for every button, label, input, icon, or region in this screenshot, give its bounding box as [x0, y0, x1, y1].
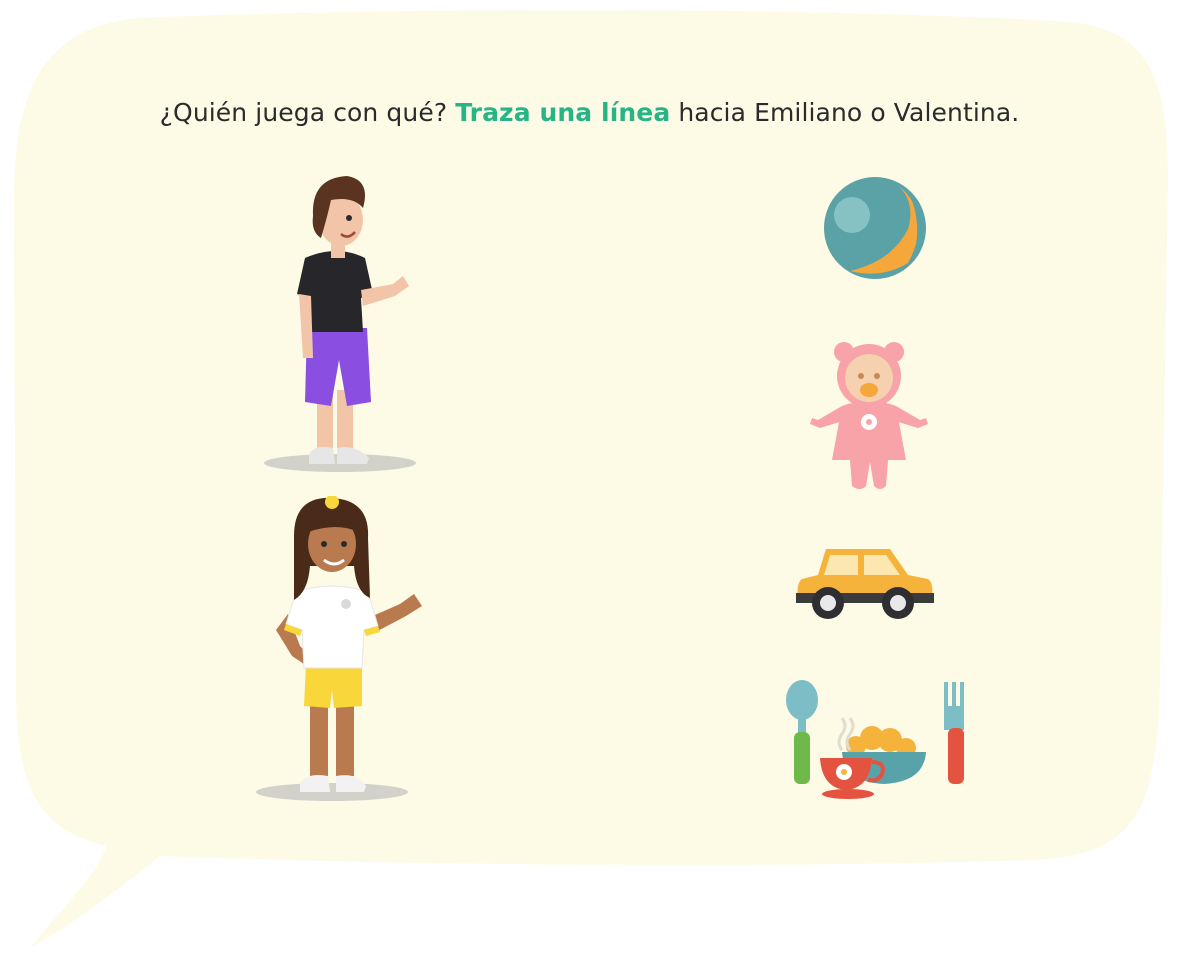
ball-icon[interactable] [822, 175, 928, 281]
baby-doll-icon[interactable] [806, 340, 932, 496]
speech-bubble [14, 10, 1168, 949]
speech-bubble-shape [14, 10, 1168, 949]
boy-character-icon[interactable] [255, 172, 425, 477]
instruction-highlight: Traza una línea [455, 98, 671, 127]
instruction-tail: hacia Emiliano o Valentina. [678, 98, 1020, 127]
meal-utensils-icon[interactable] [784, 678, 976, 802]
toy-car-icon[interactable] [796, 545, 934, 623]
instruction-text: ¿Quién juega con qué? Traza una línea ha… [0, 98, 1179, 127]
instruction-lead: ¿Quién juega con qué? [159, 98, 448, 127]
girl-character-icon[interactable] [250, 496, 430, 806]
